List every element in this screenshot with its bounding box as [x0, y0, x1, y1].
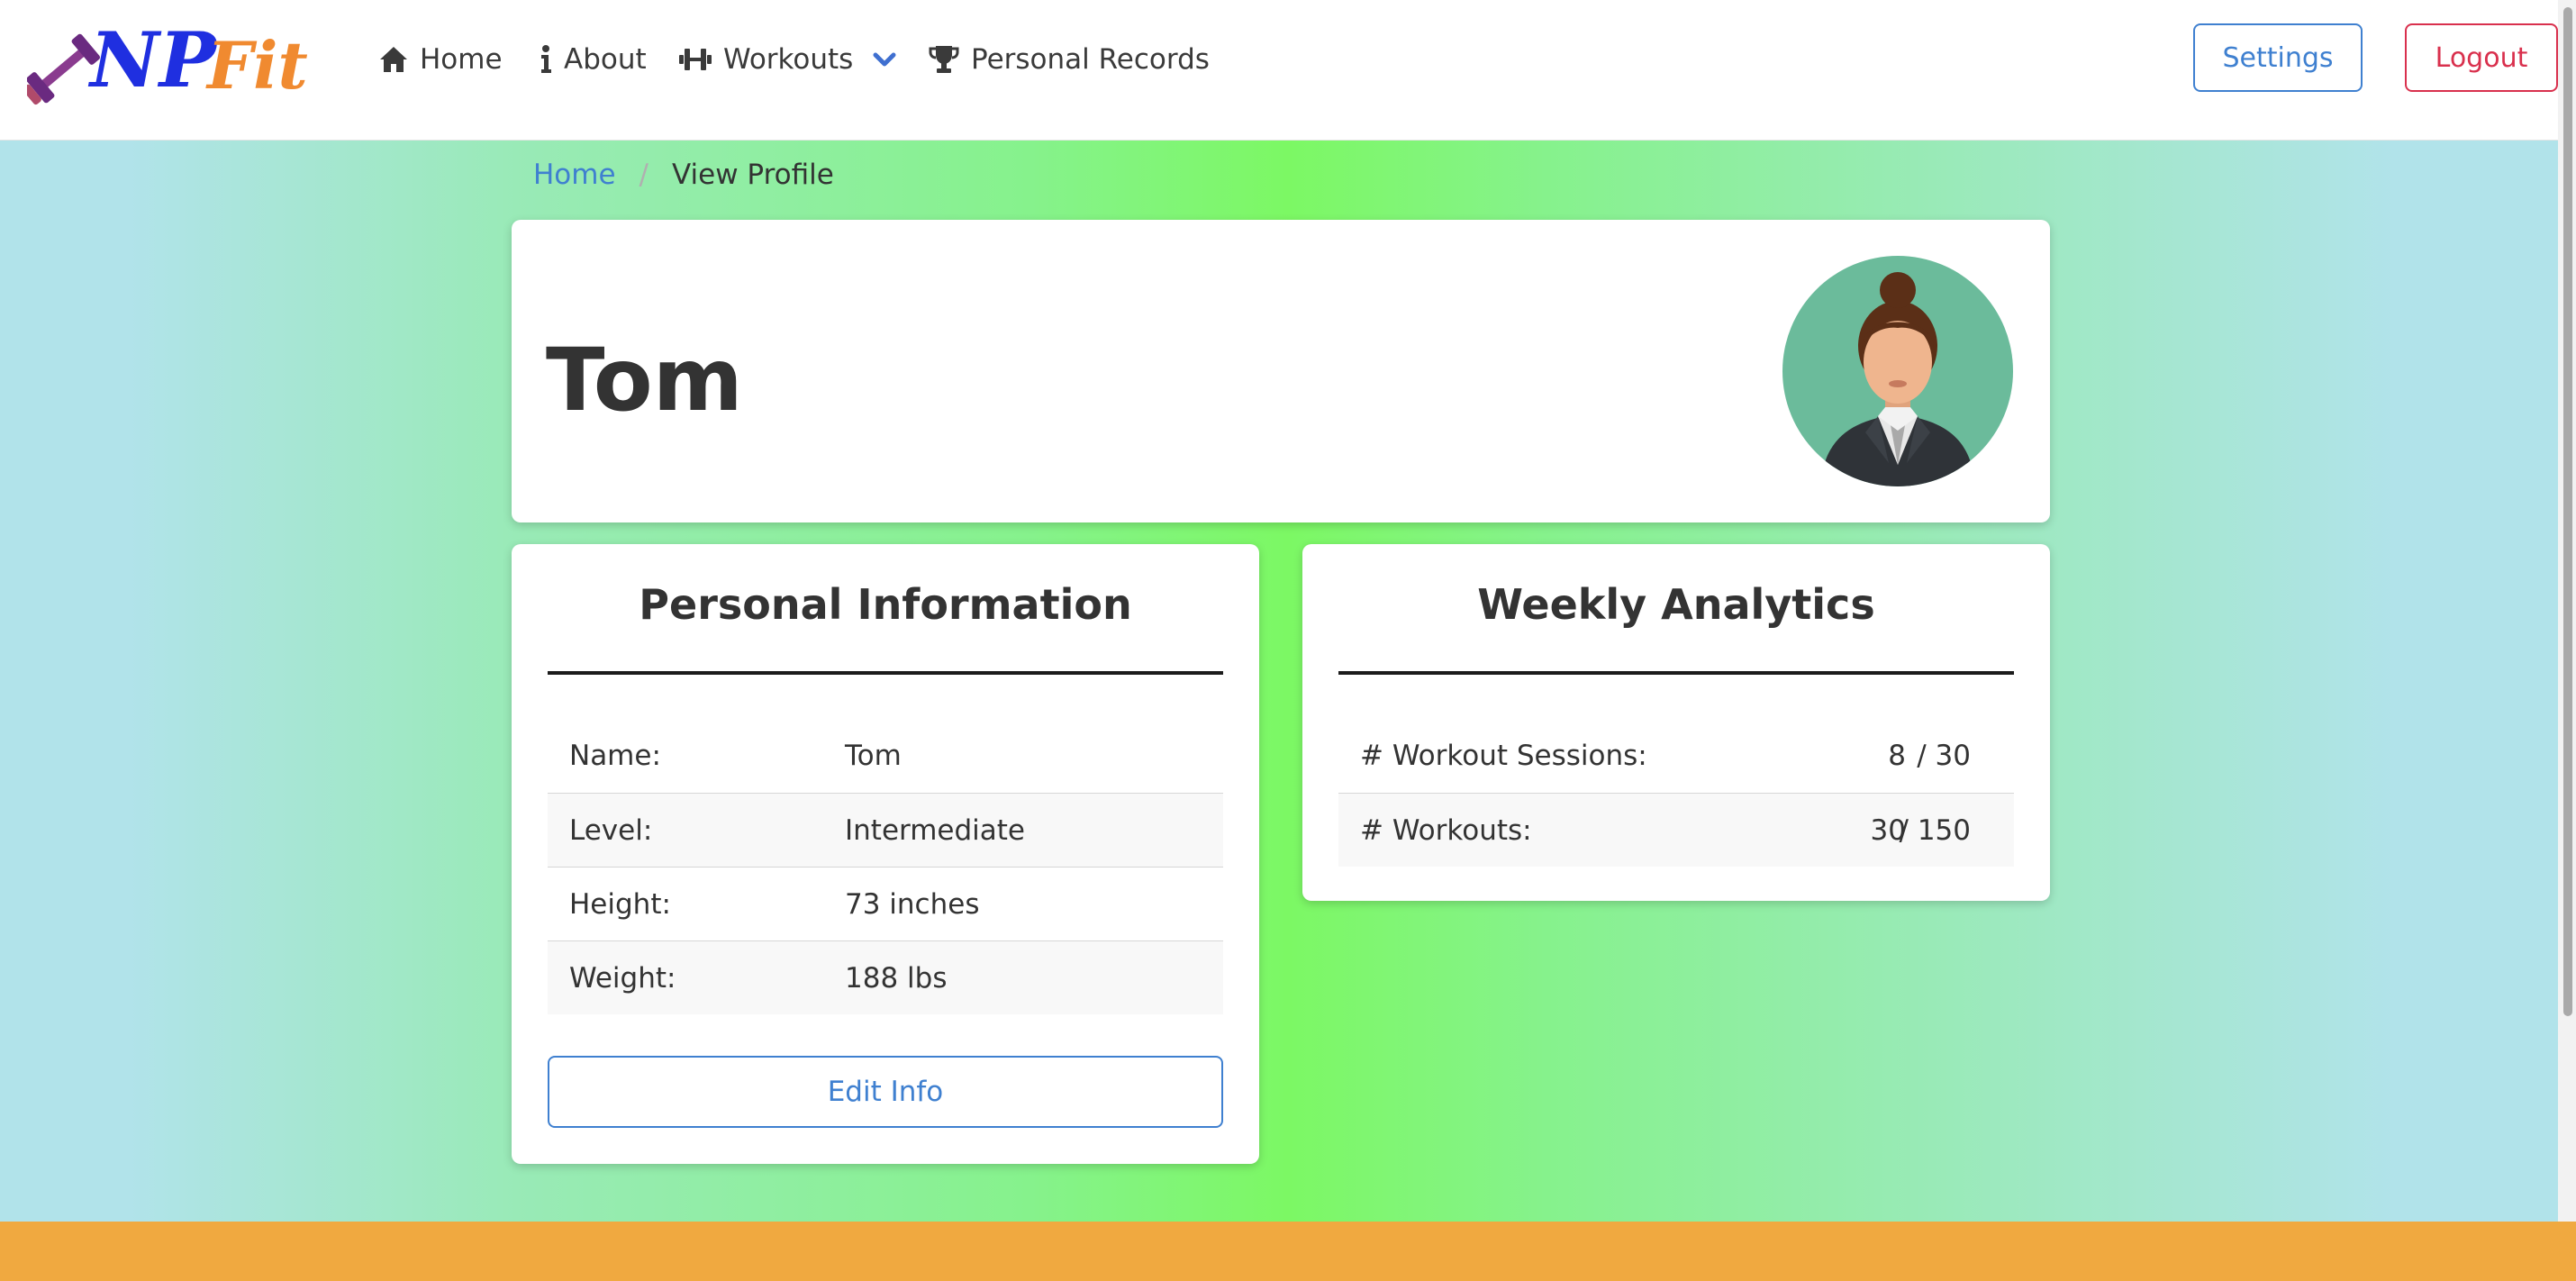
analytics-total: / 30	[1917, 740, 1971, 772]
personal-information-card: Personal Information Name: Tom Level: In…	[512, 544, 1259, 1164]
profile-name: Tom	[546, 330, 743, 431]
title-divider	[1338, 671, 2014, 675]
info-label: Height:	[569, 888, 671, 921]
nav-home-label: Home	[420, 43, 503, 76]
edit-info-button[interactable]: Edit Info	[548, 1056, 1223, 1128]
weekly-analytics-card: Weekly Analytics # Workout Sessions: 8 /…	[1302, 544, 2050, 901]
info-label: Name:	[569, 740, 661, 772]
nav-records-label: Personal Records	[971, 43, 1210, 76]
nav-about[interactable]: About	[539, 34, 647, 85]
nav-about-label: About	[564, 43, 647, 76]
info-icon	[541, 45, 551, 73]
info-value: Intermediate	[845, 814, 1026, 847]
info-value: 188 lbs	[845, 962, 948, 995]
table-row: Weight: 188 lbs	[548, 940, 1223, 1014]
breadcrumb-home-link[interactable]: Home	[533, 159, 616, 191]
breadcrumb-current: View Profile	[672, 159, 834, 191]
info-value: 73 inches	[845, 888, 980, 921]
weekly-analytics-title: Weekly Analytics	[1477, 580, 1875, 629]
weekly-analytics-table: # Workout Sessions: 8 / 30 # Workouts: 3…	[1338, 719, 2014, 867]
table-row: Name: Tom	[548, 719, 1223, 793]
personal-information-table: Name: Tom Level: Intermediate Height: 73…	[548, 719, 1223, 1014]
analytics-total: / 150	[1899, 814, 1971, 847]
scrollbar-thumb[interactable]	[2563, 7, 2572, 1016]
nav-home[interactable]: Home	[378, 34, 503, 85]
avatar	[1782, 256, 2013, 486]
logout-button[interactable]: Logout	[2405, 23, 2558, 92]
breadcrumb-separator: /	[639, 159, 649, 191]
nav-workouts-dropdown[interactable]: Workouts	[678, 34, 896, 85]
table-row: # Workout Sessions: 8 / 30	[1338, 719, 2014, 793]
breadcrumb: Home / View Profile	[533, 159, 834, 191]
trophy-icon	[929, 46, 959, 73]
table-row: Height: 73 inches	[548, 867, 1223, 940]
profile-header-card: Tom	[512, 220, 2050, 522]
chevron-down-icon	[873, 52, 896, 67]
nav-workouts-label: Workouts	[723, 43, 854, 76]
table-row: # Workouts: 30 / 150	[1338, 793, 2014, 867]
settings-button[interactable]: Settings	[2193, 23, 2363, 92]
navbar: NP Fit Home About Workouts Personal Reco…	[0, 0, 2558, 141]
home-icon	[380, 47, 407, 72]
table-row: Level: Intermediate	[548, 793, 1223, 867]
info-value: Tom	[845, 740, 902, 772]
svg-text:NP: NP	[87, 16, 219, 104]
footer	[0, 1222, 2576, 1281]
info-label: Weight:	[569, 962, 676, 995]
npfit-logo[interactable]: NP Fit	[27, 16, 320, 106]
personal-information-title: Personal Information	[639, 580, 1132, 629]
title-divider	[548, 671, 1223, 675]
info-label: Level:	[569, 814, 653, 847]
svg-text:Fit: Fit	[205, 27, 308, 104]
nav-personal-records[interactable]: Personal Records	[928, 34, 1210, 85]
dumbbell-icon	[679, 49, 712, 70]
page-scrollbar[interactable]	[2558, 0, 2576, 1281]
